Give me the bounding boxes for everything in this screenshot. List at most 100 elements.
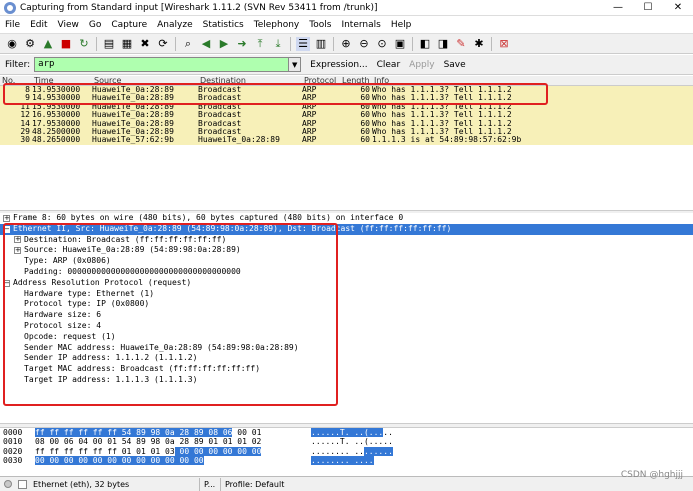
menu-tools[interactable]: Tools (309, 20, 331, 30)
expand-icon[interactable]: + (14, 236, 21, 244)
packet-cell-proto: ARP (302, 86, 317, 94)
tree-item-arp-field[interactable]: Hardware size: 6 (0, 310, 693, 321)
tree-item-eth-source[interactable]: + Source: HuaweiTe_0a:28:89 (54:89:98:0a… (0, 245, 693, 256)
menu-telephony[interactable]: Telephony (254, 20, 300, 30)
capture-filters-icon[interactable]: ◧ (418, 37, 432, 51)
packet-cell-time: 48.2500000 (32, 127, 81, 136)
expression-button[interactable]: Expression... (310, 60, 367, 70)
hex-row[interactable]: 0020 ff ff ff ff ff ff 01 01 01 03 00 00… (0, 446, 693, 456)
maximize-button[interactable]: ☐ (633, 0, 663, 16)
column-header-time[interactable]: Time (32, 76, 92, 85)
stop-icon[interactable]: ■ (59, 37, 73, 51)
tree-item-arp-field[interactable]: Hardware type: Ethernet (1) (0, 289, 693, 300)
first-icon[interactable]: ⤒ (253, 37, 267, 51)
tree-item-arp-field[interactable]: Opcode: request (1) (0, 332, 693, 343)
auto-scroll-icon[interactable]: ▥ (314, 37, 328, 51)
normal-size-icon[interactable]: ⊙ (375, 37, 389, 51)
tree-item-arp-field[interactable]: Sender IP address: 1.1.1.2 (1.1.1.2) (0, 353, 693, 364)
tree-item-arp-field[interactable]: Protocol type: IP (0x0800) (0, 299, 693, 310)
tree-item-arp-field[interactable]: Protocol size: 4 (0, 321, 693, 332)
hex-row[interactable]: 0010 08 00 06 04 00 01 54 89 98 0a 28 89… (0, 437, 693, 446)
menu-help[interactable]: Help (391, 20, 412, 30)
display-filter-input[interactable]: arp (34, 57, 290, 72)
apply-button[interactable]: Apply (409, 60, 434, 70)
open-icon[interactable]: ▤ (102, 37, 116, 51)
hex-row[interactable]: 0000 ff ff ff ff ff ff 54 89 98 0a 28 89… (0, 428, 693, 437)
minimize-button[interactable]: — (603, 0, 633, 16)
column-header-no[interactable]: No. (0, 76, 32, 85)
close-file-icon[interactable]: ✖ (138, 37, 152, 51)
status-profile[interactable]: Profile: Default (221, 478, 288, 491)
packet-cell-time: 17.9530000 (32, 119, 81, 128)
column-header-info[interactable]: Info (372, 76, 692, 85)
menu-go[interactable]: Go (89, 20, 101, 30)
coloring-rules-icon[interactable]: ✎ (454, 37, 468, 51)
last-icon[interactable]: ⤓ (271, 37, 285, 51)
save-filter-button[interactable]: Save (444, 60, 466, 70)
column-header-protocol[interactable]: Protocol (302, 76, 340, 85)
tree-item-arp[interactable]: − Address Resolution Protocol (request) (0, 278, 693, 289)
close-window-button[interactable]: ✕ (663, 0, 693, 16)
collapse-icon[interactable]: − (3, 279, 10, 287)
packet-row[interactable]: 8 13.9530000 HuaweiTe_0a:28:89 Broadcast ARP… (0, 86, 693, 95)
hex-row[interactable]: 0030 00 00 00 00 00 00 00 00 00 00 00 00… (0, 455, 693, 465)
title-bar: Capturing from Standard input [Wireshark… (0, 0, 693, 16)
column-header-source[interactable]: Source (92, 76, 198, 85)
help-icon[interactable]: ⊠ (497, 37, 511, 51)
chevron-down-icon[interactable]: ▼ (289, 57, 302, 72)
column-header-destination[interactable]: Destination (198, 76, 302, 85)
interface-list-icon[interactable]: ◉ (5, 37, 19, 51)
packet-details-pane: + Frame 8: 60 bytes on wire (480 bits), … (0, 213, 693, 423)
tree-item-eth-destination[interactable]: + Destination: Broadcast (ff:ff:ff:ff:ff… (0, 235, 693, 246)
menu-view[interactable]: View (58, 20, 79, 30)
packet-row[interactable]: 11 15.9530000 HuaweiTe_0a:28:89 Broadcast AR… (0, 102, 693, 112)
resize-columns-icon[interactable]: ▣ (393, 37, 407, 51)
menu-internals[interactable]: Internals (341, 20, 380, 30)
save-icon[interactable]: ▦ (120, 37, 134, 51)
packet-cell-info: Who has 1.1.1.3? Tell 1.1.1.2 (372, 111, 512, 120)
clear-button[interactable]: Clear (377, 60, 401, 70)
window-title: Capturing from Standard input [Wireshark… (20, 2, 378, 13)
tree-item-arp-field[interactable]: Sender MAC address: HuaweiTe_0a:28:89 (5… (0, 343, 693, 354)
packet-row[interactable]: 30 48.2650000 HuaweiTe_57:62:9b HuaweiTe_0a… (0, 136, 693, 145)
zoom-out-icon[interactable]: ⊖ (357, 37, 371, 51)
hex-bytes-selected: 00 00 00 00 00 00 (174, 446, 262, 456)
restart-icon[interactable]: ↻ (77, 37, 91, 51)
packet-row[interactable]: 29 48.2500000 HuaweiTe_0a:28:89 Broadcast AR… (0, 127, 693, 137)
tree-item-eth-padding[interactable]: Padding: 0000000000000000000000000000000… (0, 267, 693, 278)
tree-item-frame[interactable]: + Frame 8: 60 bytes on wire (480 bits), … (0, 213, 693, 224)
display-filters-icon[interactable]: ◨ (436, 37, 450, 51)
preferences-icon[interactable]: ✱ (472, 37, 486, 51)
expert-info-icon[interactable] (4, 480, 12, 488)
capture-comment-icon[interactable] (18, 479, 27, 489)
column-header-length[interactable]: Length (340, 76, 372, 85)
back-icon[interactable]: ◀ (199, 37, 213, 51)
menu-statistics[interactable]: Statistics (203, 20, 244, 30)
packet-row[interactable]: 14 17.9530000 HuaweiTe_0a:28:89 Broadcast AR… (0, 119, 693, 128)
tree-item-arp-field[interactable]: Target IP address: 1.1.1.3 (1.1.1.3) (0, 375, 693, 386)
packet-row[interactable]: 9 14.9530000 HuaweiTe_0a:28:89 Broadcast ARP… (0, 94, 693, 103)
zoom-in-icon[interactable]: ⊕ (339, 37, 353, 51)
tree-item-arp-field[interactable]: Target MAC address: Broadcast (ff:ff:ff:… (0, 364, 693, 375)
packet-row[interactable]: 12 16.9530000 HuaweiTe_0a:28:89 Broadcast AR… (0, 111, 693, 120)
reload-icon[interactable]: ⟳ (156, 37, 170, 51)
toolbar-separator (175, 36, 176, 51)
menu-edit[interactable]: Edit (30, 20, 47, 30)
menu-file[interactable]: File (5, 20, 20, 30)
go-to-icon[interactable]: ➜ (235, 37, 249, 51)
colorize-icon[interactable]: ☰ (296, 36, 310, 51)
packet-cell-info: Who has 1.1.1.3? Tell 1.1.1.2 (372, 119, 512, 128)
packet-cell-time: 14.9530000 (32, 94, 81, 103)
forward-icon[interactable]: ▶ (217, 37, 231, 51)
menu-analyze[interactable]: Analyze (157, 20, 192, 30)
options-icon[interactable]: ⚙ (23, 37, 37, 51)
tree-item-ethernet[interactable]: − Ethernet II, Src: HuaweiTe_0a:28:89 (5… (0, 223, 693, 235)
packet-cell-len: 60 (360, 94, 370, 103)
menu-capture[interactable]: Capture (111, 20, 147, 30)
tree-item-eth-type[interactable]: Type: ARP (0x0806) (0, 256, 693, 267)
expand-icon[interactable]: + (14, 247, 21, 255)
find-icon[interactable]: ⌕ (181, 37, 195, 51)
start-icon[interactable]: ▲ (41, 37, 55, 51)
expand-icon[interactable]: + (3, 214, 10, 222)
collapse-icon[interactable]: − (3, 225, 10, 233)
